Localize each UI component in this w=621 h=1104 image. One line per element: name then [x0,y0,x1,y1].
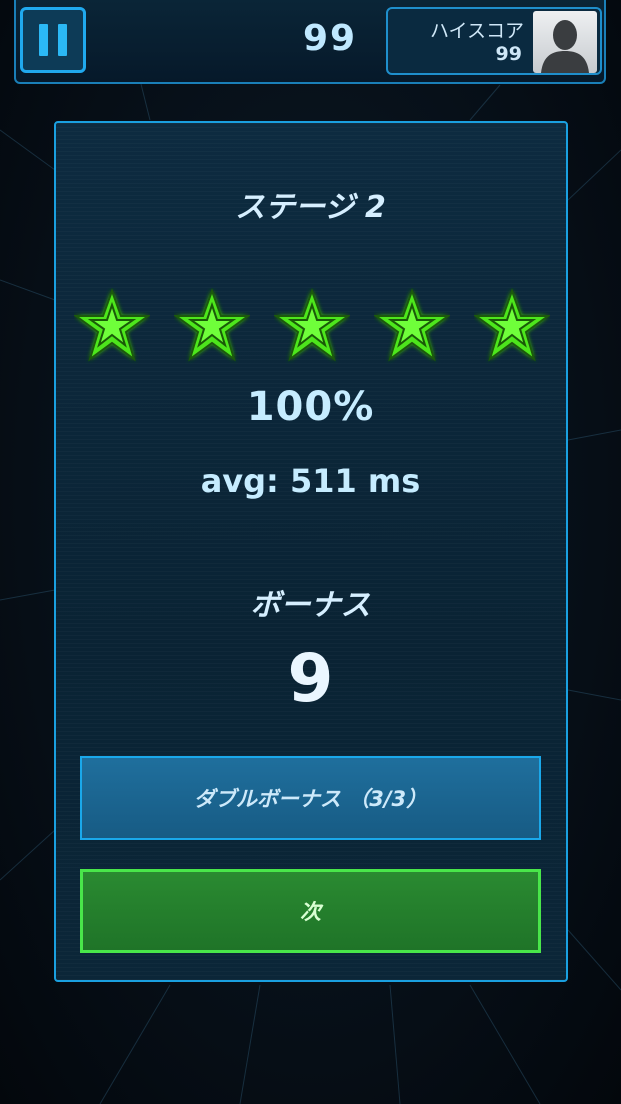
pause-icon [39,24,48,56]
pause-icon [58,24,67,56]
next-button[interactable]: 次 [80,869,541,953]
avatar[interactable] [533,11,597,73]
star-icon [174,288,250,362]
star-icon [474,288,550,362]
star-icon [374,288,450,362]
star-rating [74,288,550,368]
bonus-value: 9 [287,640,334,717]
stage-title: ステージ 2 [235,190,386,225]
highscore-panel: ハイスコア 99 [386,7,602,75]
highscore-label: ハイスコア [429,20,524,42]
bonus-label: ボーナス [250,588,371,623]
star-icon [274,288,350,362]
highscore-value: 99 [495,43,522,65]
accuracy-percent: 100% [246,384,375,430]
next-label: 次 [300,900,321,924]
double-bonus-label: ダブルボーナス （3/3） [193,787,428,811]
pause-button[interactable] [20,7,86,73]
double-bonus-button[interactable]: ダブルボーナス （3/3） [80,756,541,840]
average-time: avg: 511 ms [200,462,421,500]
star-icon [74,288,150,362]
results-panel [54,121,568,982]
user-silhouette-icon [541,20,589,73]
